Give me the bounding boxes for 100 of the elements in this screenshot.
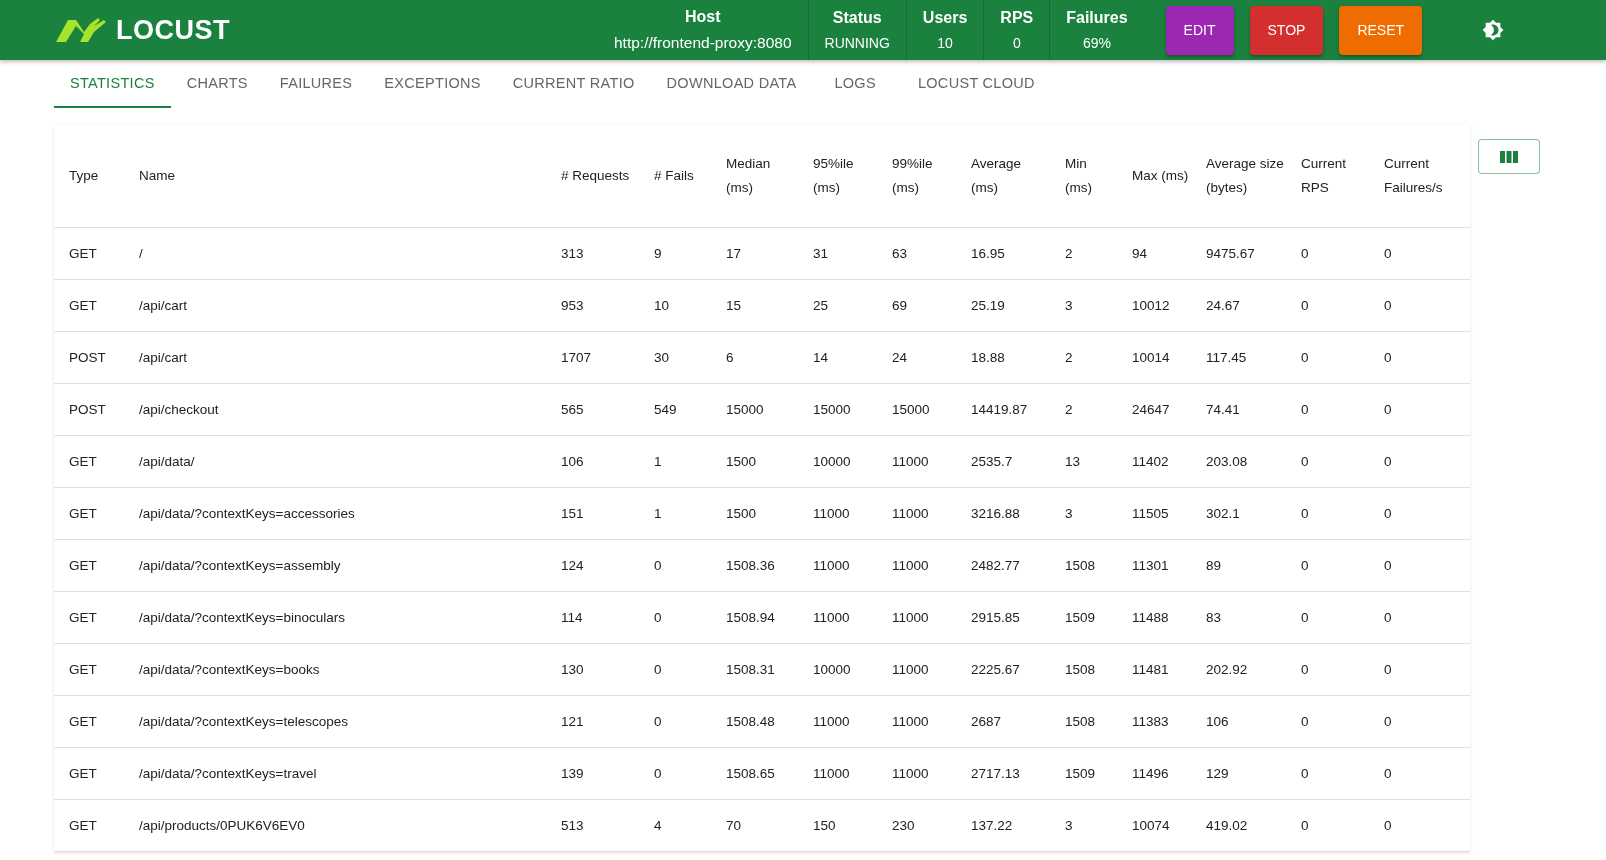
table-cell: /	[124, 228, 546, 280]
table-cell: 0	[1286, 488, 1369, 540]
tab[interactable]: FAILURES	[263, 60, 369, 108]
table-cell: 11000	[877, 436, 956, 488]
table-cell: 3	[1050, 800, 1117, 852]
column-header[interactable]: # Requests	[546, 124, 639, 228]
tab[interactable]: STATISTICS	[54, 60, 171, 108]
theme-toggle-icon[interactable]	[1482, 19, 1505, 41]
table-cell: 24	[877, 332, 956, 384]
column-header[interactable]: Max (ms)	[1117, 124, 1191, 228]
stat-value: 0	[1012, 35, 1021, 51]
column-selector-button[interactable]	[1478, 139, 1540, 174]
table-cell: 953	[546, 280, 639, 332]
table-cell: 150	[798, 800, 877, 852]
table-cell: 17	[711, 228, 798, 280]
table-cell: 106	[1191, 696, 1286, 748]
tab[interactable]: CHARTS	[170, 60, 264, 108]
table-cell: 1508.31	[711, 644, 798, 696]
tab[interactable]: EXCEPTIONS	[368, 60, 497, 108]
table-cell: 9475.67	[1191, 228, 1286, 280]
table-cell: 11000	[877, 644, 956, 696]
column-header[interactable]: Current Failures/s	[1369, 124, 1470, 228]
stat-value: RUNNING	[824, 35, 890, 51]
column-header[interactable]: Name	[124, 124, 546, 228]
column-header[interactable]: Type	[54, 124, 124, 228]
edit-button[interactable]: EDIT	[1165, 5, 1234, 55]
table-cell: 1508	[1050, 644, 1117, 696]
table-cell: POST	[54, 384, 124, 436]
column-header[interactable]: 99%ile (ms)	[877, 124, 956, 228]
table-cell: GET	[54, 696, 124, 748]
table-cell: 24647	[1117, 384, 1191, 436]
table-cell: 1509	[1050, 592, 1117, 644]
column-header[interactable]: 95%ile (ms)	[798, 124, 877, 228]
table-cell: 3	[1050, 488, 1117, 540]
table-cell: 1508.36	[711, 540, 798, 592]
table-cell: 0	[639, 696, 711, 748]
table-cell: GET	[54, 800, 124, 852]
stat-value: 69%	[1082, 35, 1111, 51]
table-cell: 129	[1191, 748, 1286, 800]
table-cell: 2482.77	[956, 540, 1050, 592]
table-cell: 11000	[877, 592, 956, 644]
table-cell: GET	[54, 540, 124, 592]
table-cell: 1508	[1050, 696, 1117, 748]
table-cell: 0	[639, 748, 711, 800]
stat-value: 10	[937, 35, 953, 51]
table-cell: 203.08	[1191, 436, 1286, 488]
table-cell: 117.45	[1191, 332, 1286, 384]
table-cell: 0	[1369, 280, 1470, 332]
table-cell: 74.41	[1191, 384, 1286, 436]
table-cell: 0	[1369, 436, 1470, 488]
column-header[interactable]: Current RPS	[1286, 124, 1369, 228]
tab[interactable]: CURRENT RATIO	[496, 60, 651, 108]
table-cell: 549	[639, 384, 711, 436]
table-cell: 10014	[1117, 332, 1191, 384]
table-cell: 13	[1050, 436, 1117, 488]
table-cell: /api/data/?contextKeys=books	[124, 644, 546, 696]
column-header[interactable]: Average size (bytes)	[1191, 124, 1286, 228]
table-cell: GET	[54, 592, 124, 644]
table-cell: /api/checkout	[124, 384, 546, 436]
table-cell: 0	[1369, 540, 1470, 592]
table-cell: 6	[711, 332, 798, 384]
table-cell: 63	[877, 228, 956, 280]
table-cell: 0	[1286, 540, 1369, 592]
column-header[interactable]: Average (ms)	[956, 124, 1050, 228]
column-header[interactable]: Min (ms)	[1050, 124, 1117, 228]
table-cell: 14	[798, 332, 877, 384]
table-cell: 151	[546, 488, 639, 540]
table-cell: 0	[1369, 228, 1470, 280]
table-cell: 0	[1369, 800, 1470, 852]
table-cell: 0	[1286, 228, 1369, 280]
tab[interactable]: DOWNLOAD DATA	[650, 60, 813, 108]
tab[interactable]: LOGS	[812, 60, 898, 108]
stat-label: Users	[922, 9, 968, 27]
table-cell: 139	[546, 748, 639, 800]
table-cell: 0	[639, 592, 711, 644]
table-cell: 1508.65	[711, 748, 798, 800]
table-cell: 25.19	[956, 280, 1050, 332]
table-cell: 1508	[1050, 540, 1117, 592]
table-cell: 11000	[877, 696, 956, 748]
table-cell: 106	[546, 436, 639, 488]
stop-button[interactable]: STOP	[1249, 5, 1324, 55]
table-cell: 1508.94	[711, 592, 798, 644]
column-header[interactable]: Median (ms)	[711, 124, 798, 228]
table-cell: 11000	[877, 488, 956, 540]
table-cell: 4	[639, 800, 711, 852]
stat-value: http://frontend-proxy:8080	[614, 34, 792, 52]
table-cell: 25	[798, 280, 877, 332]
table-cell: 10000	[798, 644, 877, 696]
table-cell: 0	[639, 644, 711, 696]
column-header[interactable]: # Fails	[639, 124, 711, 228]
tab[interactable]: LOCUST CLOUD	[897, 60, 1055, 108]
table-cell: /api/cart	[124, 332, 546, 384]
stat-label: RPS	[1000, 9, 1034, 27]
table-cell: 31	[798, 228, 877, 280]
table-cell: 10000	[798, 436, 877, 488]
table-cell: 0	[1286, 644, 1369, 696]
table-cell: 9	[639, 228, 711, 280]
table-cell: 2717.13	[956, 748, 1050, 800]
table-cell: 0	[1286, 748, 1369, 800]
table-cell: 10074	[1117, 800, 1191, 852]
